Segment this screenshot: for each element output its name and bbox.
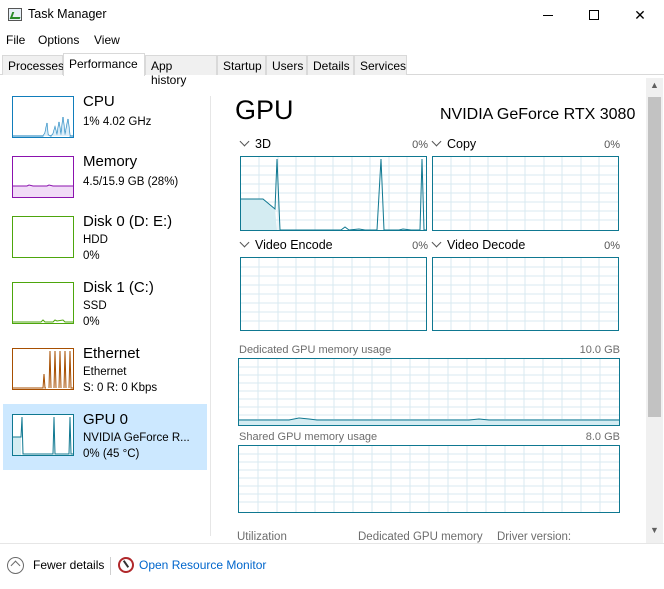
close-icon: ✕	[634, 6, 646, 23]
gpu-0-thumbnail-graph	[12, 414, 74, 456]
tab-processes[interactable]: Processes	[2, 55, 64, 75]
sidebar-item-gpu-0[interactable]: GPU 0 NVIDIA GeForce R... 0% (45 °C)	[3, 404, 207, 470]
page-title: GPU	[235, 95, 294, 125]
footer-divider	[110, 557, 111, 575]
tab-users[interactable]: Users	[266, 55, 307, 75]
engine-video-encode-label: Video Encode	[255, 238, 333, 252]
cpu-thumbnail-graph	[12, 96, 74, 138]
menu-options[interactable]: Options	[38, 33, 79, 47]
disk-0-thumbnail-graph	[12, 216, 74, 258]
engine-copy-label: Copy	[447, 137, 477, 151]
disk-0-type: HDD	[83, 234, 108, 246]
engine-video-encode-graph	[240, 257, 427, 331]
chevron-down-icon	[239, 237, 250, 248]
cpu-usage: 1% 4.02 GHz	[83, 116, 152, 128]
sidebar-item-disk-0[interactable]: Disk 0 (D: E:) HDD 0%	[3, 206, 207, 272]
engine-copy-graph	[432, 156, 619, 231]
resource-monitor-icon[interactable]	[118, 557, 134, 573]
engine-video-decode-percent: 0%	[604, 240, 620, 252]
engine-video-decode-selector[interactable]: Video Decode	[431, 237, 526, 252]
ethernet-title: Ethernet	[83, 345, 140, 362]
engine-video-decode-label: Video Decode	[447, 238, 526, 252]
disk-1-type: SSD	[83, 300, 107, 312]
memory-thumbnail-graph	[12, 156, 74, 198]
sidebar-item-memory[interactable]: Memory 4.5/15.9 GB (28%)	[3, 146, 207, 212]
ethernet-adapter: Ethernet	[83, 366, 127, 378]
resource-list: CPU 1% 4.02 GHz Memory 4.5/15.9 GB (28%)…	[0, 76, 210, 536]
tab-performance[interactable]: Performance	[63, 53, 145, 76]
open-resource-monitor-link[interactable]: Open Resource Monitor	[139, 558, 266, 572]
engine-video-encode-selector[interactable]: Video Encode	[239, 237, 333, 252]
scroll-down-arrow-icon[interactable]: ▼	[648, 525, 661, 539]
chevron-down-icon	[431, 237, 442, 248]
disk-0-title: Disk 0 (D: E:)	[83, 213, 173, 230]
chevron-down-icon	[431, 136, 442, 147]
utilization-label: Utilization	[237, 531, 287, 543]
tab-bar: Processes Performance App history Startu…	[0, 53, 664, 87]
disk-1-usage: 0%	[83, 316, 100, 328]
maximize-icon	[589, 10, 599, 20]
engine-video-encode-percent: 0%	[412, 240, 428, 252]
footer: Fewer details Open Resource Monitor	[0, 543, 664, 589]
engine-copy-selector[interactable]: Copy	[431, 136, 477, 151]
tab-startup[interactable]: Startup	[217, 55, 266, 75]
sidebar-item-disk-1[interactable]: Disk 1 (C:) SSD 0%	[3, 272, 207, 338]
disk-1-title: Disk 1 (C:)	[83, 279, 154, 296]
menu-file[interactable]: File	[6, 33, 25, 47]
fewer-details-button[interactable]: Fewer details	[33, 558, 104, 572]
engine-video-decode-graph	[432, 257, 619, 331]
sidebar-item-cpu[interactable]: CPU 1% 4.02 GHz	[3, 86, 207, 152]
ethernet-thumbnail-graph	[12, 348, 74, 390]
engine-3d-label: 3D	[255, 137, 271, 151]
sidebar-item-ethernet[interactable]: Ethernet Ethernet S: 0 R: 0 Kbps	[3, 338, 207, 404]
menu-bar: File Options View	[0, 30, 664, 50]
dedicated-memory-label: Dedicated GPU memory usage	[239, 344, 392, 356]
engine-3d-graph	[240, 156, 427, 231]
chevron-down-icon	[239, 136, 250, 147]
driver-version-label: Driver version:	[497, 531, 572, 543]
shared-memory-value: 8.0 GB	[585, 431, 620, 443]
shared-memory-graph	[238, 445, 620, 513]
disk-1-thumbnail-graph	[12, 282, 74, 324]
memory-usage: 4.5/15.9 GB (28%)	[83, 176, 179, 188]
shared-memory-label: Shared GPU memory usage	[239, 431, 378, 443]
maximize-button[interactable]	[571, 0, 617, 30]
tab-services[interactable]: Services	[354, 55, 407, 75]
close-button[interactable]: ✕	[617, 0, 663, 30]
collapse-chevron-icon[interactable]	[7, 557, 24, 574]
tab-details[interactable]: Details	[307, 55, 354, 75]
disk-0-usage: 0%	[83, 250, 100, 262]
scrollbar-thumb[interactable]	[648, 97, 661, 417]
ethernet-throughput: S: 0 R: 0 Kbps	[83, 382, 158, 394]
scroll-up-arrow-icon[interactable]: ▲	[648, 80, 661, 94]
menu-view[interactable]: View	[94, 33, 120, 47]
engine-3d-percent: 0%	[412, 139, 428, 151]
gpu-device-name: NVIDIA GeForce RTX 3080	[440, 106, 636, 123]
dedicated-memory-value: 10.0 GB	[579, 344, 620, 356]
engine-3d-selector[interactable]: 3D	[239, 136, 271, 151]
gpu-0-title: GPU 0	[83, 411, 129, 428]
title-bar: Task Manager ✕	[0, 0, 664, 30]
cpu-title: CPU	[83, 93, 115, 110]
tab-app-history[interactable]: App history	[145, 55, 217, 87]
memory-title: Memory	[83, 153, 138, 170]
gpu-0-usage: 0% (45 °C)	[83, 448, 140, 460]
task-manager-app-icon	[8, 8, 22, 21]
engine-copy-percent: 0%	[604, 139, 620, 151]
panel-divider	[210, 96, 211, 536]
dedicated-gpu-memory-label: Dedicated GPU memory	[358, 531, 483, 543]
window-title: Task Manager	[28, 7, 107, 21]
gpu-0-model: NVIDIA GeForce R...	[83, 432, 190, 444]
minimize-button[interactable]	[525, 0, 571, 30]
dedicated-memory-graph	[238, 358, 620, 426]
minimize-icon	[543, 14, 553, 16]
